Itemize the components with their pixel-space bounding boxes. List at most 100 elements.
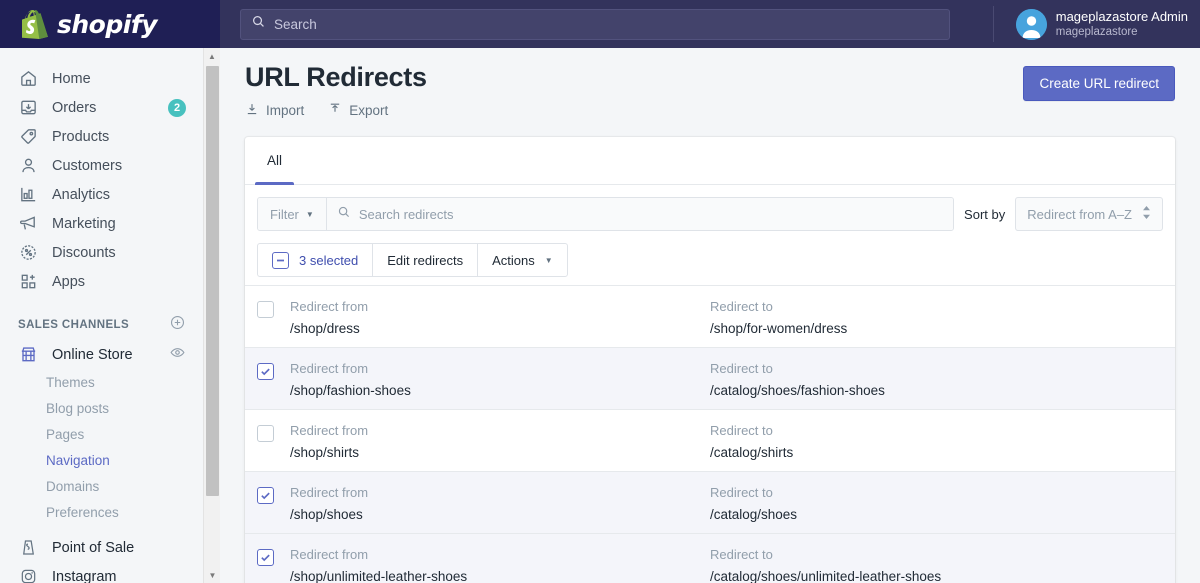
- actions-dropdown-button[interactable]: Actions ▼: [478, 244, 567, 276]
- sidebar-item-apps[interactable]: Apps: [0, 267, 200, 296]
- sidebar-item-point-of-sale[interactable]: Point of Sale: [0, 533, 200, 562]
- plus-circle-icon[interactable]: [169, 314, 186, 336]
- table-row[interactable]: Redirect from /shop/fashion-shoes Redire…: [245, 348, 1175, 410]
- table-row[interactable]: Redirect from /shop/shirts Redirect to /…: [245, 410, 1175, 472]
- sidebar-subitem-themes[interactable]: Themes: [0, 369, 200, 395]
- sidebar-item-marketing[interactable]: Marketing: [0, 209, 200, 238]
- discount-percent-icon: [18, 243, 38, 263]
- sidebar-item-orders[interactable]: Orders 2: [0, 93, 200, 122]
- storefront-icon: [18, 345, 38, 365]
- export-button[interactable]: Export: [328, 102, 388, 119]
- column-header-to: Redirect to: [710, 361, 773, 376]
- row-checkbox[interactable]: [257, 301, 274, 318]
- user-avatar-icon: [1015, 8, 1047, 40]
- filter-button[interactable]: Filter ▼: [258, 198, 327, 230]
- eye-icon[interactable]: [169, 344, 186, 366]
- column-header-from: Redirect from: [290, 547, 369, 562]
- redirect-to-cell: Redirect to /catalog/shoes/fashion-shoes: [710, 361, 1163, 398]
- row-checkbox[interactable]: [257, 487, 274, 504]
- filter-row: Filter ▼ Search redirects Sort by Redire…: [245, 185, 1175, 243]
- redirects-list: Redirect from /shop/dress Redirect to /s…: [245, 285, 1175, 583]
- search-redirects-input[interactable]: Search redirects: [326, 198, 954, 230]
- chevron-down-icon: ▼: [305, 209, 314, 219]
- sidebar-item-home[interactable]: Home: [0, 64, 200, 93]
- redirect-to-value: /shop/for-women/dress: [710, 321, 848, 336]
- import-button[interactable]: Import: [245, 102, 304, 119]
- table-row[interactable]: Redirect from /shop/shoes Redirect to /c…: [245, 472, 1175, 534]
- home-icon: [18, 69, 38, 89]
- sidebar-item-label: Point of Sale: [52, 539, 135, 556]
- sidebar-item-label: Apps: [52, 273, 86, 290]
- create-url-redirect-button[interactable]: Create URL redirect: [1023, 66, 1175, 101]
- row-checkbox[interactable]: [257, 363, 274, 380]
- import-label: Import: [266, 103, 305, 118]
- selected-count-label: 3 selected: [299, 252, 359, 268]
- column-header-to: Redirect to: [710, 485, 773, 500]
- scrollbar-thumb[interactable]: [206, 66, 219, 496]
- edit-redirects-button[interactable]: Edit redirects: [373, 244, 479, 276]
- redirect-from-cell: Redirect from /shop/unlimited-leather-sh…: [290, 547, 710, 583]
- tab-bar: All: [245, 137, 1175, 185]
- sidebar-item-label: Orders: [52, 99, 97, 116]
- filter-label: Filter: [270, 206, 299, 222]
- export-label: Export: [349, 103, 389, 118]
- analytics-bar-chart-icon: [18, 185, 38, 205]
- sales-channels-header: SALES CHANNELS: [0, 310, 200, 340]
- redirect-to-value: /catalog/shirts: [710, 445, 794, 460]
- sidebar-subitem-label: Themes: [46, 374, 95, 390]
- sidebar: shopify Home Orders 2 Products Customers…: [0, 0, 220, 583]
- indeterminate-checkbox-icon[interactable]: [272, 251, 289, 269]
- redirect-from-value: /shop/fashion-shoes: [290, 383, 411, 398]
- redirect-from-value: /shop/dress: [290, 321, 360, 336]
- table-row[interactable]: Redirect from /shop/unlimited-leather-sh…: [245, 534, 1175, 583]
- sort-by-value: Redirect from A–Z: [1027, 206, 1132, 222]
- sidebar-subitem-pages[interactable]: Pages: [0, 421, 200, 447]
- sidebar-subitem-label: Pages: [46, 426, 85, 442]
- sidebar-subitem-preferences[interactable]: Preferences: [0, 499, 200, 525]
- sort-updown-icon: [1142, 206, 1151, 222]
- sidebar-item-label: Products: [52, 128, 110, 145]
- user-menu[interactable]: mageplazastore Admin mageplazastore: [992, 6, 1188, 42]
- sidebar-scrollbar[interactable]: ▲ ▼: [203, 48, 220, 583]
- sidebar-item-instagram[interactable]: Instagram: [0, 562, 200, 583]
- row-checkbox[interactable]: [257, 549, 274, 566]
- tab-all[interactable]: All: [255, 137, 295, 185]
- row-checkbox[interactable]: [257, 425, 274, 442]
- global-search-input[interactable]: Search: [240, 8, 950, 40]
- customer-person-icon: [18, 156, 38, 176]
- redirect-from-value: /shop/shirts: [290, 445, 360, 460]
- redirect-from-cell: Redirect from /shop/shirts: [290, 423, 710, 460]
- page-content: URL Redirects Import Export Create URL r…: [220, 48, 1200, 583]
- sidebar-item-online-store[interactable]: Online Store: [0, 340, 200, 369]
- sidebar-item-label: Online Store: [52, 346, 133, 363]
- sidebar-subitem-navigation[interactable]: Navigation: [0, 447, 200, 473]
- table-row[interactable]: Redirect from /shop/dress Redirect to /s…: [245, 286, 1175, 348]
- product-tag-icon: [18, 127, 38, 147]
- redirects-card: All Filter ▼ Search redirects Sort by Re…: [245, 137, 1175, 583]
- chevron-down-icon: ▼: [544, 255, 553, 265]
- orders-inbox-icon: [18, 98, 38, 118]
- search-icon: [251, 14, 266, 34]
- scroll-down-arrow-icon[interactable]: ▼: [204, 567, 221, 583]
- sales-channels-title: SALES CHANNELS: [18, 319, 130, 331]
- sidebar-item-customers[interactable]: Customers: [0, 151, 200, 180]
- column-header-from: Redirect from: [290, 361, 369, 376]
- select-all-cell[interactable]: 3 selected: [258, 244, 374, 276]
- sidebar-item-analytics[interactable]: Analytics: [0, 180, 200, 209]
- sort-by-select[interactable]: Redirect from A–Z: [1015, 197, 1163, 231]
- sidebar-subitem-blog-posts[interactable]: Blog posts: [0, 395, 200, 421]
- column-header-to: Redirect to: [710, 299, 773, 314]
- user-store-name: mageplazastore: [1055, 25, 1138, 38]
- sidebar-nav: Home Orders 2 Products Customers Analyti…: [0, 48, 200, 583]
- sidebar-item-products[interactable]: Products: [0, 122, 200, 151]
- redirect-from-value: /shop/unlimited-leather-shoes: [290, 569, 468, 583]
- redirect-from-cell: Redirect from /shop/shoes: [290, 485, 710, 522]
- redirect-to-value: /catalog/shoes: [710, 507, 798, 522]
- brand-header[interactable]: shopify: [0, 0, 220, 48]
- sidebar-item-label: Discounts: [52, 244, 116, 261]
- scroll-up-arrow-icon[interactable]: ▲: [204, 48, 220, 64]
- sidebar-subitem-domains[interactable]: Domains: [0, 473, 200, 499]
- sidebar-item-discounts[interactable]: Discounts: [0, 238, 200, 267]
- apps-grid-plus-icon: [18, 272, 38, 292]
- column-header-from: Redirect from: [290, 485, 369, 500]
